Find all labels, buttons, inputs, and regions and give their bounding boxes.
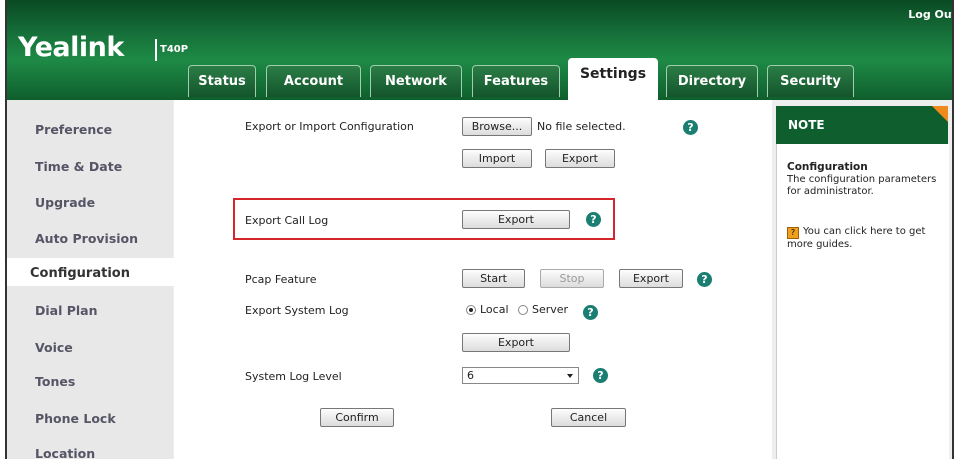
pcap-start-button[interactable]: Start [462,269,525,288]
export-system-log-button[interactable]: Export [462,333,570,352]
note-corner-icon [932,106,948,122]
system-log-level-label: System Log Level [245,370,342,383]
logo-separator [155,39,157,61]
sidebar-item-tones[interactable]: Tones [35,374,75,389]
log-level-value: 6 [467,369,474,382]
note-text: The configuration parameters for adminis… [787,174,937,197]
file-status-text: No file selected. [537,120,626,133]
pcap-export-button[interactable]: Export [619,269,683,288]
export-system-log-label: Export System Log [245,304,349,317]
radio-local-label: Local [480,303,509,316]
import-button[interactable]: Import [462,149,532,168]
export-import-config-label: Export or Import Configuration [245,120,414,133]
model-label: T40P [160,44,189,55]
radio-server-label: Server [532,303,569,316]
radio-local[interactable] [466,305,476,315]
log-level-select[interactable]: 6 [462,367,579,384]
chevron-down-icon [567,374,573,378]
sidebar-item-dial-plan[interactable]: Dial Plan [35,303,98,318]
guide-icon: ? [787,227,799,239]
right-border [952,0,954,459]
radio-server[interactable] [518,305,528,315]
sidebar-item-time-date[interactable]: Time & Date [35,159,122,174]
help-icon[interactable]: ? [586,212,601,227]
tab-status[interactable]: Status [188,65,256,97]
sidebar-item-upgrade[interactable]: Upgrade [35,195,95,210]
note-guide-text: You can click here to get more guides. [787,226,926,250]
help-icon[interactable]: ? [697,272,712,287]
left-border [5,0,7,459]
tab-account[interactable]: Account [266,65,361,97]
browse-button[interactable]: Browse... [462,117,532,136]
yealink-logo: Yealink [18,32,124,63]
sidebar-item-preference[interactable]: Preference [35,122,112,137]
sidebar-item-auto-provision[interactable]: Auto Provision [35,231,138,246]
tab-security[interactable]: Security [767,65,854,97]
tab-network[interactable]: Network [370,65,462,97]
sidebar-item-phone-lock[interactable]: Phone Lock [35,411,116,426]
tab-features[interactable]: Features [472,65,560,97]
note-subtitle: Configuration [787,161,868,173]
page-frame: Yealink T40P Log Out Status Account Netw… [0,0,963,461]
sidebar-item-configuration[interactable]: Configuration [30,266,130,281]
cancel-button[interactable]: Cancel [551,408,626,427]
confirm-button[interactable]: Confirm [320,408,394,427]
tab-directory[interactable]: Directory [666,65,758,97]
logout-link[interactable]: Log Out [908,8,957,21]
pcap-stop-button[interactable]: Stop [540,269,604,288]
help-icon[interactable]: ? [683,120,698,135]
note-title: NOTE [788,118,825,132]
help-icon[interactable]: ? [583,305,598,320]
export-call-log-button[interactable]: Export [462,210,570,229]
export-call-log-label: Export Call Log [245,214,329,227]
export-config-button[interactable]: Export [545,149,615,168]
tab-settings[interactable]: Settings [568,58,658,100]
help-icon[interactable]: ? [593,368,608,383]
note-guide[interactable]: ? You can click here to get more guides. [787,226,947,251]
sidebar-item-voice[interactable]: Voice [35,340,73,355]
pcap-feature-label: Pcap Feature [245,273,317,286]
